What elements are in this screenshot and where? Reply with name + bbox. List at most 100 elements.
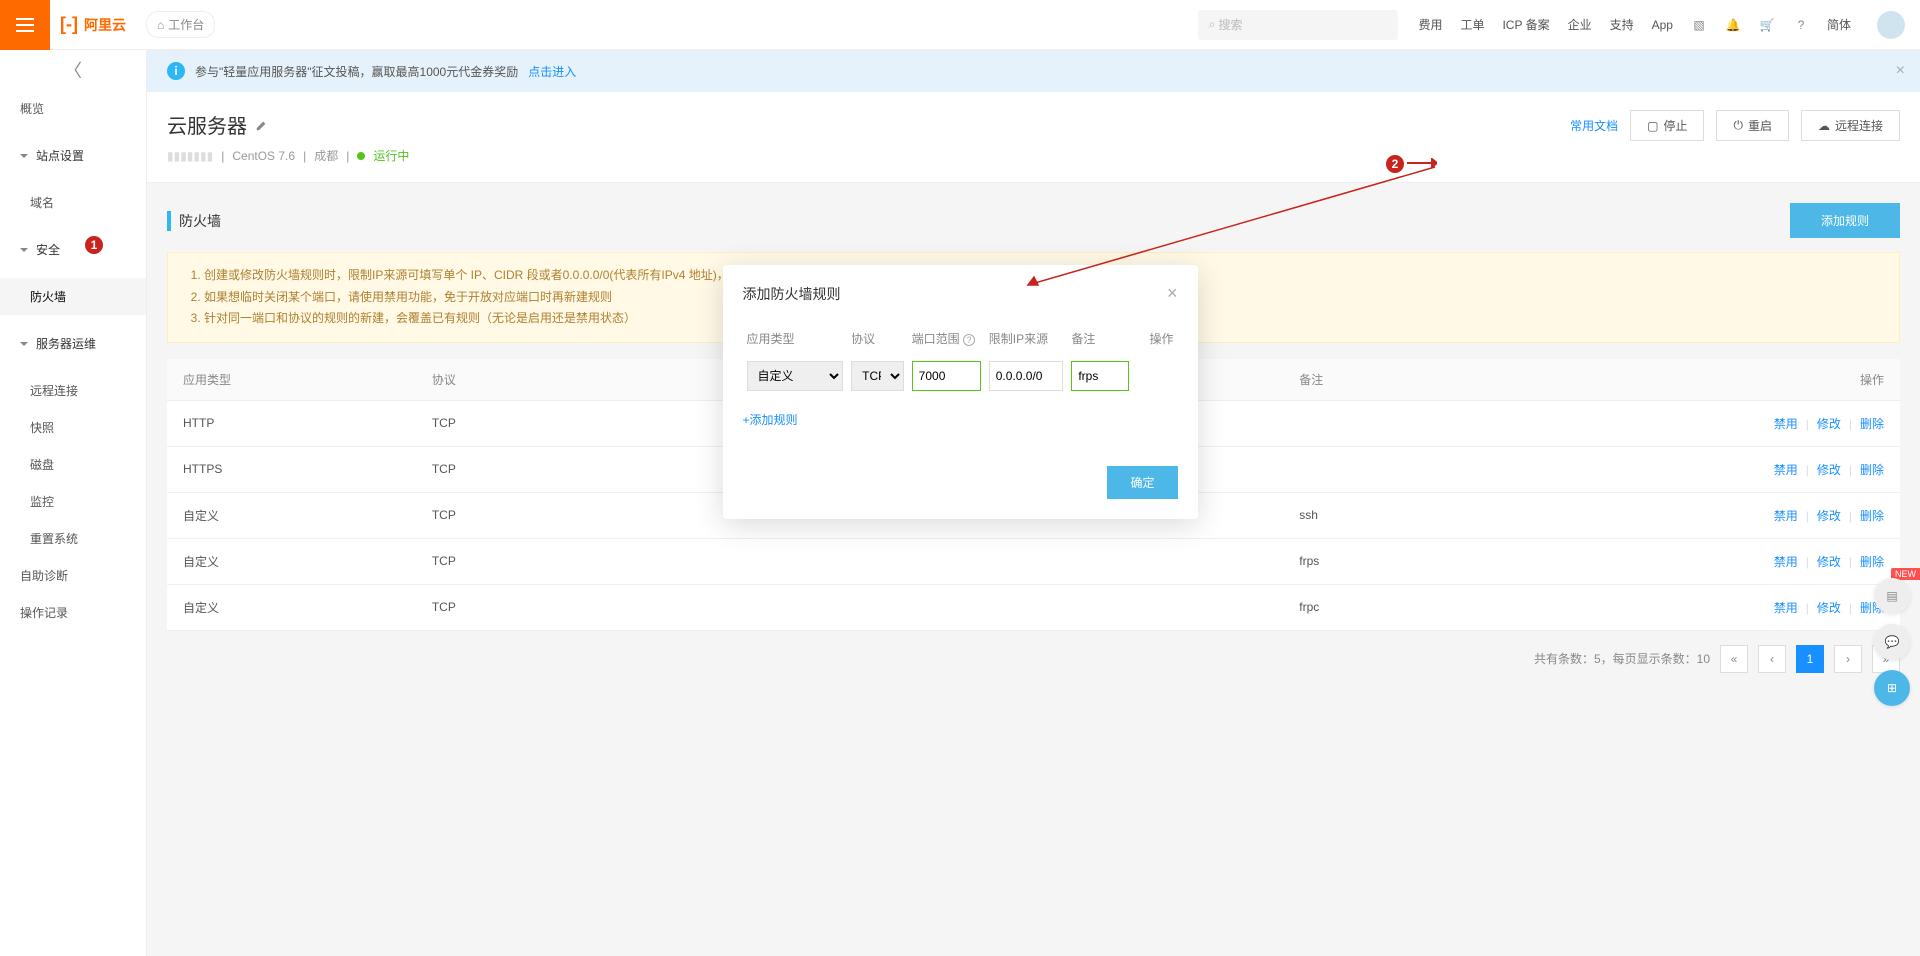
delete-link[interactable]: 删除 [1860, 463, 1884, 477]
pager-prev[interactable]: ‹ [1758, 645, 1786, 673]
question-icon[interactable]: ? [963, 334, 975, 346]
logo[interactable]: [-] 阿里云 [60, 14, 126, 35]
nav-reset[interactable]: 重置系统 [0, 520, 146, 557]
cart-icon[interactable]: 🛒 [1759, 17, 1775, 33]
float-book-icon[interactable]: ▤ [1874, 578, 1910, 614]
nav-remote[interactable]: 远程连接 [0, 372, 146, 409]
cell-proto: TCP [416, 492, 590, 538]
power-icon: ⏻ [1733, 118, 1743, 133]
cloudshell-icon[interactable]: ▧ [1691, 17, 1707, 33]
remote-connect-button[interactable]: ☁ 远程连接 [1801, 110, 1900, 141]
workspace-button[interactable]: ⌂ 工作台 [146, 11, 215, 38]
pager-page-1[interactable]: 1 [1796, 645, 1824, 673]
cell-app: 自定义 [167, 492, 416, 538]
confirm-button[interactable]: 确定 [1107, 466, 1177, 499]
cell-remark [1283, 400, 1457, 446]
close-icon[interactable]: × [1896, 62, 1905, 80]
add-more-rule-link[interactable]: +添加规则 [743, 411, 798, 428]
nav-log[interactable]: 操作记录 [0, 594, 146, 631]
restart-label: 重启 [1748, 117, 1772, 134]
edit-link[interactable]: 修改 [1817, 555, 1841, 569]
info-banner: i 参与"轻量应用服务器"征文投稿，赢取最高1000元代金券奖励 点击进入 × [147, 50, 1920, 92]
cell-proto: TCP [416, 538, 590, 584]
float-chat-icon[interactable]: 💬 [1874, 624, 1910, 660]
edit-icon[interactable] [255, 118, 269, 132]
header-link-icp[interactable]: ICP 备案 [1502, 16, 1549, 33]
edit-link[interactable]: 修改 [1817, 601, 1841, 615]
nav-firewall[interactable]: 防火墙 [0, 278, 146, 315]
status-label: 运行中 [373, 147, 409, 164]
remote-label: 远程连接 [1835, 117, 1883, 134]
float-apps-icon[interactable]: ⊞ [1874, 670, 1910, 706]
mcol-port: 端口范围 [912, 332, 960, 346]
banner-link[interactable]: 点击进入 [528, 63, 576, 80]
table-row: 自定义 TCP frps 禁用|修改|删除 [167, 538, 1900, 584]
nav-domain[interactable]: 域名 [0, 184, 146, 221]
nav-domain-label: 域名 [30, 194, 54, 211]
bell-icon[interactable]: 🔔 [1725, 17, 1741, 33]
search-icon: ⌕ [1208, 17, 1215, 32]
avatar[interactable] [1877, 11, 1905, 39]
header-links: 费用 工单 ICP 备案 企业 支持 App ▧ 🔔 🛒 ? 简体 [1418, 11, 1905, 39]
cell-proto: TCP [416, 400, 590, 446]
caret-icon [20, 342, 28, 346]
nav-security[interactable]: 安全 [0, 221, 146, 278]
header-link-enterprise[interactable]: 企业 [1568, 16, 1592, 33]
pager-total: 共有条数：5，每页显示条数：10 [1534, 650, 1710, 667]
header-link-ticket[interactable]: 工单 [1460, 16, 1484, 33]
app-type-select[interactable]: 自定义 [747, 361, 844, 391]
terminal-icon: ☁ [1818, 119, 1830, 133]
nav-monitor[interactable]: 监控 [0, 483, 146, 520]
back-icon[interactable]: 〈 [64, 57, 82, 83]
delete-link[interactable]: 删除 [1860, 417, 1884, 431]
protocol-select[interactable]: TCP [851, 361, 904, 391]
nav-monitor-label: 监控 [30, 493, 54, 510]
mcol-remark: 备注 [1067, 322, 1133, 355]
search-input[interactable]: ⌕ 搜索 [1198, 10, 1398, 40]
nav-ops[interactable]: 服务器运维 [0, 315, 146, 372]
port-input[interactable] [912, 361, 981, 391]
nav-overview[interactable]: 概览 [0, 90, 146, 127]
pagination: 共有条数：5，每页显示条数：10 « ‹ 1 › » [167, 631, 1900, 687]
cell-proto: TCP [416, 446, 590, 492]
cell-app: 自定义 [167, 584, 416, 630]
nav-diag[interactable]: 自助诊断 [0, 557, 146, 594]
edit-link[interactable]: 修改 [1817, 463, 1841, 477]
nav-site-settings[interactable]: 站点设置 [0, 127, 146, 184]
caret-icon [20, 154, 28, 158]
ip-input[interactable] [989, 361, 1064, 391]
help-icon[interactable]: ? [1793, 17, 1809, 33]
annotation-2: 2 [1384, 153, 1406, 175]
add-rule-button[interactable]: 添加规则 [1790, 203, 1900, 238]
delete-link[interactable]: 删除 [1860, 555, 1884, 569]
status-dot-icon [357, 152, 365, 160]
header-link-fee[interactable]: 费用 [1418, 16, 1442, 33]
edit-link[interactable]: 修改 [1817, 417, 1841, 431]
disable-link[interactable]: 禁用 [1774, 555, 1798, 569]
nav-log-label: 操作记录 [20, 604, 68, 621]
lang-switch[interactable]: 简体 [1827, 16, 1851, 33]
disable-link[interactable]: 禁用 [1774, 601, 1798, 615]
pager-next[interactable]: › [1834, 645, 1862, 673]
nav-snapshot[interactable]: 快照 [0, 409, 146, 446]
header-link-support[interactable]: 支持 [1610, 16, 1634, 33]
disable-link[interactable]: 禁用 [1774, 417, 1798, 431]
annotation-1: 1 [83, 234, 105, 256]
col-app: 应用类型 [167, 359, 416, 401]
delete-link[interactable]: 删除 [1860, 509, 1884, 523]
pager-first[interactable]: « [1720, 645, 1748, 673]
restart-button[interactable]: ⏻ 重启 [1716, 110, 1789, 141]
disable-link[interactable]: 禁用 [1774, 463, 1798, 477]
hamburger-menu-button[interactable] [0, 0, 50, 50]
logo-text: 阿里云 [84, 15, 126, 35]
banner-text: 参与"轻量应用服务器"征文投稿，赢取最高1000元代金券奖励 [195, 63, 518, 80]
section-title: 防火墙 [167, 211, 1790, 231]
nav-disk[interactable]: 磁盘 [0, 446, 146, 483]
disable-link[interactable]: 禁用 [1774, 509, 1798, 523]
nav-reset-label: 重置系统 [30, 530, 78, 547]
doc-link[interactable]: 常用文档 [1570, 117, 1618, 134]
header-link-app[interactable]: App [1652, 18, 1673, 32]
edit-link[interactable]: 修改 [1817, 509, 1841, 523]
remark-input[interactable] [1071, 361, 1129, 391]
stop-button[interactable]: ▢停止 [1630, 110, 1704, 141]
